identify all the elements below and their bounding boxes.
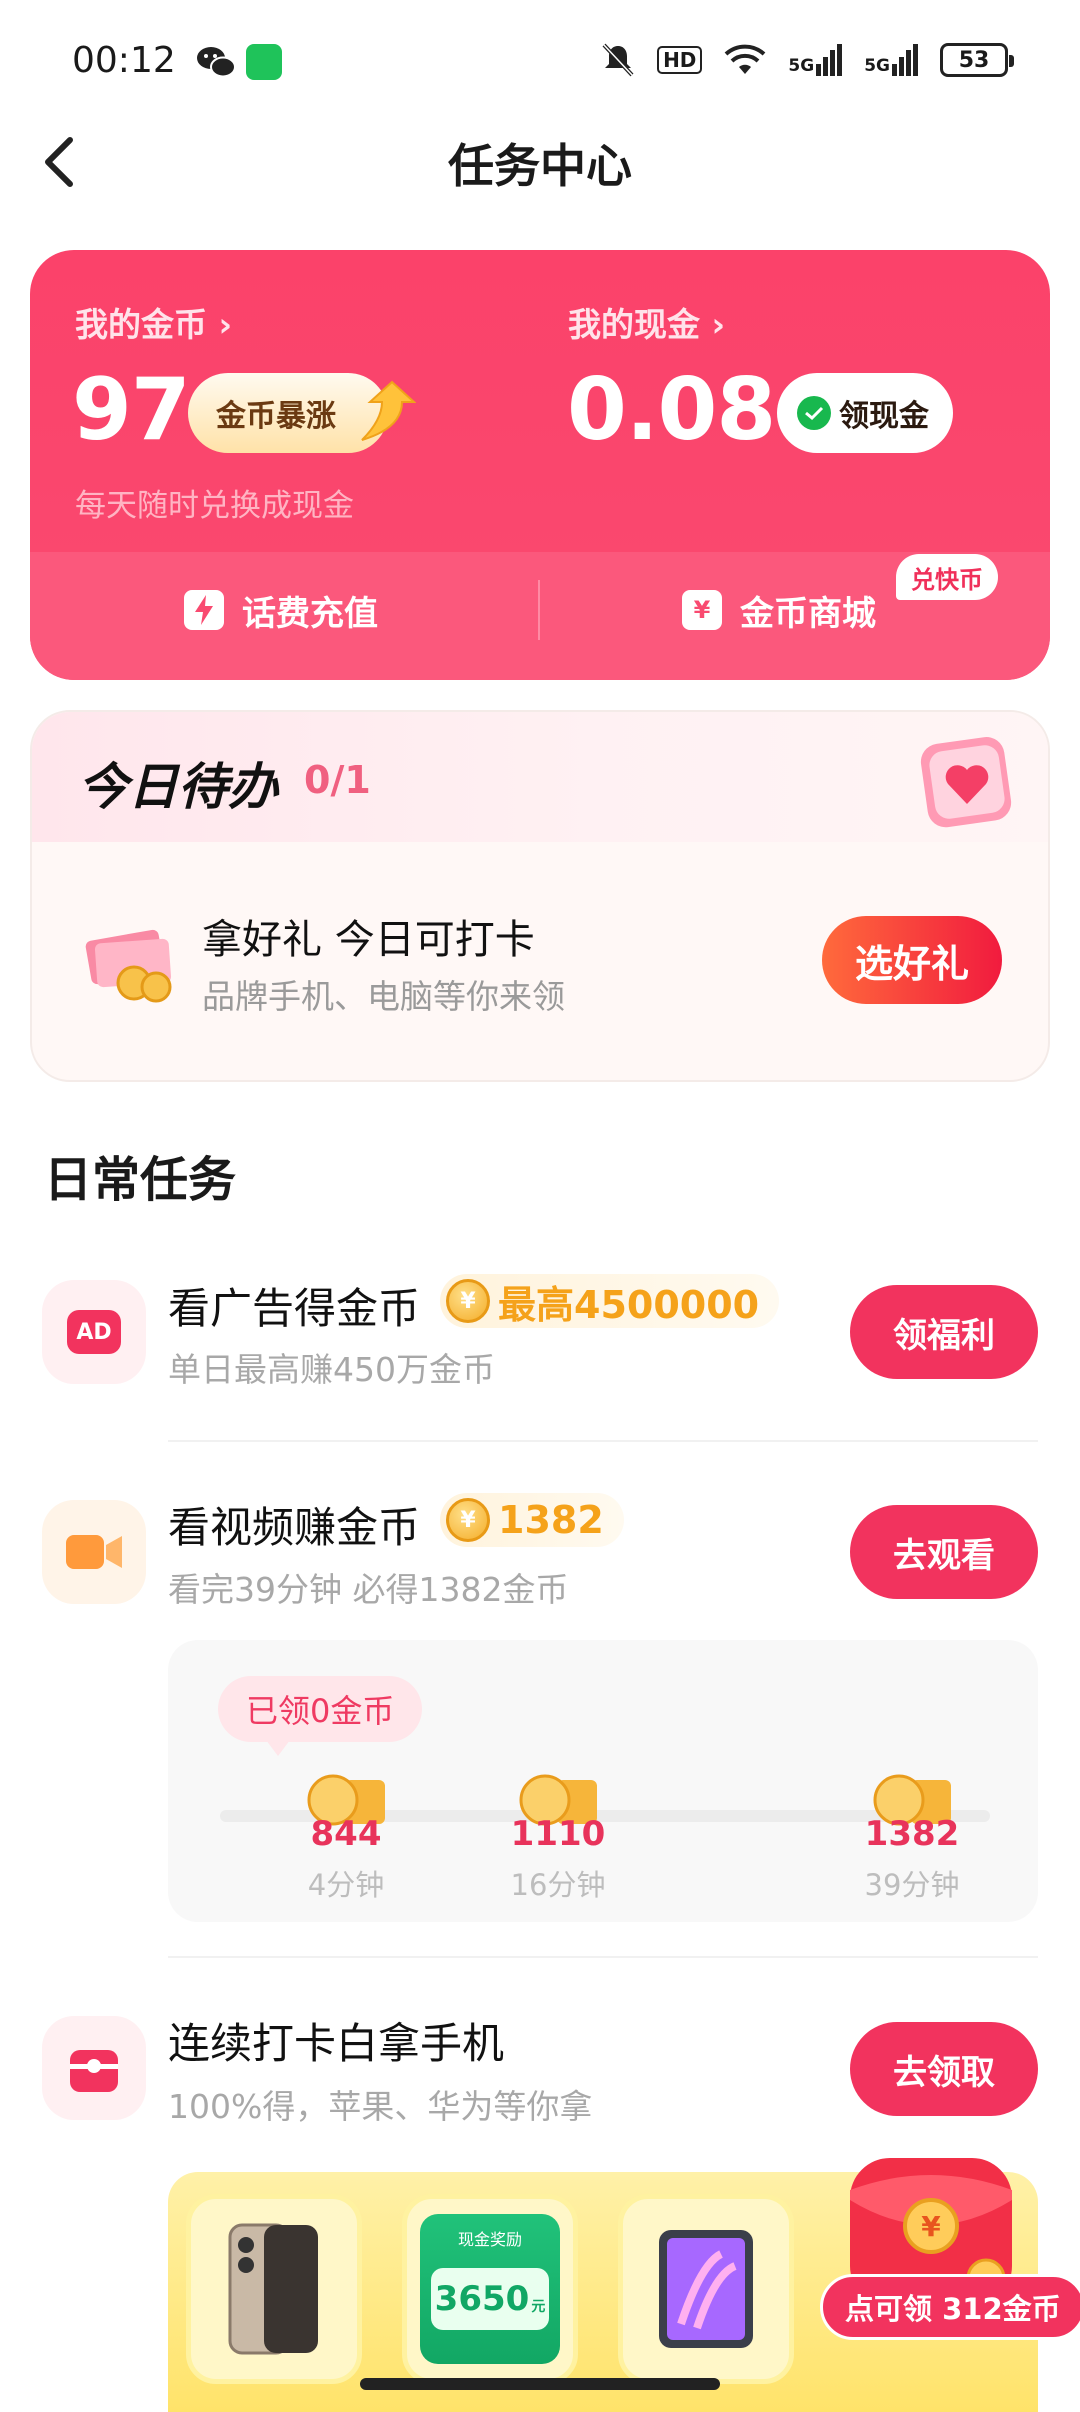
todo-count: 0/1 — [304, 758, 371, 802]
coin-icon-2: ¥ — [446, 1498, 490, 1542]
status-time: 00:12 — [72, 40, 176, 81]
ad-icon: AD — [67, 1310, 121, 1354]
gift-box-icon — [70, 2050, 118, 2092]
coin-icon: ¥ — [446, 1279, 490, 1323]
lightning-icon — [184, 590, 224, 630]
battery-icon: 53 — [940, 43, 1014, 77]
svg-text:¥: ¥ — [921, 2210, 941, 2243]
signal-5g-icon: 5G — [788, 44, 843, 76]
cash-reward-title: 现金奖励 — [457, 2230, 522, 2249]
row-divider — [168, 1440, 1038, 1442]
cash-amount: 3650 — [434, 2279, 530, 2319]
tablet-icon — [659, 2230, 753, 2348]
milestone-time: 4分钟 — [307, 1868, 385, 1902]
ticket-icon: ¥ — [682, 590, 722, 630]
ad-reward-value: 最高4500000 — [498, 1282, 760, 1327]
coins-value: 97 — [72, 360, 191, 460]
row-divider — [168, 1956, 1038, 1958]
claimed-coins-tip: 已领0金币 — [218, 1676, 423, 1756]
coin-mall-button[interactable]: ¥ 金币商城 — [682, 580, 876, 640]
signal-5g-icon-2: 5G — [864, 44, 918, 76]
video-task-reward: ¥ 1382 — [440, 1493, 624, 1547]
cash-gift-icon — [85, 929, 172, 1003]
wallet-card: 我的金币 › 97 金币暴涨 每天随时兑换成现金 我的现金 › 0.08 领现金… — [30, 250, 1050, 680]
milestone: 1110 16分钟 — [498, 1770, 618, 1904]
kuaibi-badge: 兑快币 — [896, 554, 998, 600]
milestone: 1382 39分钟 — [852, 1770, 972, 1904]
checkin-task-subtitle: 100%得，苹果、华为等你拿 — [168, 2087, 593, 2126]
withdraw-cash-label: 领现金 — [839, 399, 929, 434]
my-cash-label: 我的现金 — [568, 305, 700, 344]
claim-phone-button[interactable]: 去领取 — [850, 2022, 1038, 2116]
calendar-heart-icon — [920, 737, 1012, 828]
prize-cash[interactable]: 现金奖励 3650 元 — [402, 2194, 578, 2384]
wechat-pay-icon — [797, 396, 831, 430]
video-task-icon — [42, 1500, 146, 1604]
my-cash-link[interactable]: 我的现金 › — [568, 298, 725, 346]
prize-phone[interactable] — [186, 2194, 362, 2384]
status-bar: 00:12 HD 5G 5G 53 — [0, 0, 1080, 120]
battery-level: 53 — [958, 47, 990, 73]
prize-tablet[interactable] — [618, 2194, 794, 2384]
withdraw-cash-button[interactable]: 领现金 — [777, 373, 953, 453]
milestone-time: 39分钟 — [864, 1868, 960, 1902]
chevron-right-icon-2: › — [711, 305, 726, 344]
todo-title: 今日待办 — [78, 758, 278, 816]
milestone: 844 4分钟 — [286, 1770, 406, 1904]
milestone-value: 844 — [310, 1814, 382, 1854]
daily-tasks-title: 日常任务 — [44, 1152, 237, 1208]
checkin-task-icon — [42, 2016, 146, 2120]
home-indicator — [360, 2378, 720, 2390]
video-camera-icon — [66, 1535, 122, 1569]
hd-icon: HD — [657, 46, 703, 74]
divider — [538, 580, 540, 640]
milestone-value: 1382 — [864, 1814, 960, 1854]
ad-task-subtitle: 单日最高赚450万金币 — [168, 1350, 495, 1389]
watch-video-button[interactable]: 去观看 — [850, 1505, 1038, 1599]
my-coins-link[interactable]: 我的金币 › — [75, 298, 232, 346]
video-reward-value: 1382 — [498, 1498, 604, 1542]
cash-reward-amount: 3650 元 — [431, 2268, 549, 2330]
checkin-task-title: 连续打卡白拿手机 — [168, 2019, 505, 2068]
cash-unit: 元 — [531, 2299, 546, 2315]
exchange-hint: 每天随时兑换成现金 — [75, 488, 354, 524]
wechat-icon — [197, 47, 236, 78]
cash-reward-card: 现金奖励 3650 元 — [420, 2214, 560, 2364]
todo-item-title: 拿好礼 今日可打卡 — [202, 917, 535, 963]
pick-gift-button[interactable]: 选好礼 — [822, 916, 1002, 1004]
message-app-icon — [246, 44, 282, 80]
ad-task-icon: AD — [42, 1280, 146, 1384]
today-todo-card: 今日待办 0/1 拿好礼 今日可打卡 品牌手机、电脑等你来领 选好礼 — [30, 710, 1050, 1082]
cash-value: 0.08 — [567, 360, 776, 460]
chevron-right-icon: › — [218, 305, 233, 344]
milestone-value: 1110 — [510, 1814, 606, 1854]
claim-benefit-button[interactable]: 领福利 — [850, 1285, 1038, 1379]
ad-task-title: 看广告得金币 — [168, 1284, 421, 1333]
smartphone-icon — [228, 2223, 318, 2355]
claim-coins-floating-button[interactable]: 点可领 312金币 — [820, 2274, 1080, 2340]
video-progress-panel: 已领0金币 844 4分钟 1110 16分钟 1382 39分钟 — [168, 1640, 1038, 1922]
milestone-time: 16分钟 — [510, 1868, 606, 1902]
phone-recharge-label: 话费充值 — [242, 593, 378, 634]
todo-item-subtitle: 品牌手机、电脑等你来领 — [202, 977, 565, 1016]
my-coins-label: 我的金币 — [75, 305, 207, 344]
video-task-title: 看视频赚金币 — [168, 1503, 421, 1552]
ad-task-reward: ¥ 最高4500000 — [440, 1274, 780, 1328]
wifi-icon — [725, 44, 766, 74]
phone-recharge-button[interactable]: 话费充值 — [184, 580, 378, 640]
video-task-subtitle: 看完39分钟 必得1382金币 — [168, 1570, 569, 1609]
coin-boom-label: 金币暴涨 — [216, 399, 336, 434]
page-title: 任务中心 — [448, 139, 632, 193]
coin-mall-label: 金币商城 — [740, 593, 876, 634]
mute-icon — [602, 43, 634, 77]
up-arrow-icon — [361, 380, 416, 441]
status-icons: HD 5G 5G 53 — [601, 40, 1014, 80]
